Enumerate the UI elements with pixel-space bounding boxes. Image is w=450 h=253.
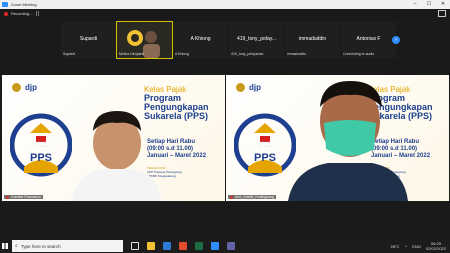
virtual-background: djp Kelas Pajak Program Pengungkapan Suk… — [226, 75, 449, 201]
meeting-top-bar: Recording... — [0, 9, 450, 19]
participant-big-name: 419_tony_pelay... — [236, 36, 277, 42]
participant-big-name: immaduddin — [298, 36, 327, 42]
participant-name-tag: Gumilar Rusmanyo — [4, 195, 43, 199]
emblem-icon — [236, 83, 245, 92]
window-title: Zoom Meeting — [11, 2, 37, 7]
participant-label: A Khiong — [175, 52, 190, 56]
title-bar: Zoom Meeting – ☐ ✕ — [0, 0, 450, 9]
teams-icon[interactable] — [227, 242, 235, 250]
excel-icon[interactable] — [195, 242, 203, 250]
svg-text:PPS: PPS — [254, 152, 276, 164]
participant-big-name: A Khiong — [190, 36, 211, 42]
language-indicator[interactable]: ENG — [412, 244, 421, 249]
windows-icon — [2, 243, 8, 249]
participant-label: Supardi — [63, 52, 76, 56]
chrome-icon[interactable] — [179, 242, 187, 250]
edge-icon[interactable] — [163, 242, 171, 250]
participant-name-tag: Arm_Arabitt_Kadingkang — [228, 195, 276, 199]
video-tile-right[interactable]: djp Kelas Pajak Program Pengungkapan Suk… — [226, 75, 449, 201]
tray-chevron-icon[interactable]: ^ — [405, 244, 407, 249]
virtual-background: djp Kelas Pajak Program Pengungkapan Suk… — [2, 75, 225, 201]
participant-label: 419_tony_pelayanan — [231, 52, 264, 56]
system-tray: 28°C ^ ENG 06:29 02/02/2022 — [390, 239, 446, 253]
window-controls: – ☐ ✕ — [408, 0, 450, 9]
participant-big-name: Supardi — [79, 36, 98, 42]
task-view-icon[interactable] — [131, 242, 139, 250]
svg-text:PPS: PPS — [30, 152, 52, 164]
participant-thumb-active[interactable]: Melina Heriyanti — [116, 21, 173, 59]
participants-strip: Supardi Supardi Melina Heriyanti A Khion… — [0, 21, 450, 59]
video-tile-left[interactable]: djp Kelas Pajak Program Pengungkapan Suk… — [2, 75, 225, 201]
recording-label: Recording... — [11, 11, 33, 16]
participant-label: immaduddin — [287, 52, 307, 56]
taskbar: ⌕ Type here to search 28°C ^ ENG 06:29 0… — [0, 239, 450, 253]
zoom-app-icon — [2, 2, 8, 7]
pps-logo: PPS — [234, 113, 296, 177]
weather-temperature[interactable]: 28°C — [390, 244, 399, 249]
mic-muted-icon — [6, 195, 9, 199]
recording-indicator: Recording... — [4, 11, 33, 16]
participant-video — [72, 111, 162, 201]
djp-logo: djp — [12, 83, 37, 92]
participant-video — [288, 81, 408, 201]
taskbar-apps — [127, 242, 239, 250]
mic-muted-icon — [230, 195, 233, 199]
record-dot-icon — [4, 11, 8, 16]
pause-recording-icon[interactable] — [36, 11, 39, 16]
participant-thumb[interactable]: Supardi Supardi — [61, 22, 116, 58]
participant-thumb[interactable]: Antonius F Connecting to audio — [341, 22, 396, 58]
pps-logo: PPS — [10, 113, 72, 177]
view-grid-icon[interactable] — [438, 10, 446, 17]
clock[interactable]: 06:29 02/02/2022 — [426, 241, 446, 251]
djp-logo: djp — [236, 83, 261, 92]
zoom-taskbar-icon[interactable] — [211, 242, 219, 250]
next-page-button[interactable]: › — [392, 36, 400, 44]
minimize-button[interactable]: – — [408, 0, 422, 9]
search-placeholder: Type here to search — [20, 243, 61, 249]
participant-label: Melina Heriyanti — [119, 52, 145, 56]
close-button[interactable]: ✕ — [436, 0, 450, 9]
taskbar-search-box[interactable]: ⌕ Type here to search — [12, 240, 123, 252]
emblem-icon — [12, 83, 21, 92]
clock-date: 02/02/2022 — [425, 246, 446, 251]
file-explorer-icon[interactable] — [147, 242, 155, 250]
start-button[interactable] — [0, 239, 10, 253]
participant-label: Connecting to audio — [343, 52, 375, 56]
participant-thumb[interactable]: 419_tony_pelay... 419_tony_pelayanan — [229, 22, 284, 58]
search-icon: ⌕ — [15, 243, 18, 249]
participant-thumb[interactable]: immaduddin immaduddin — [285, 22, 340, 58]
participant-thumb[interactable]: A Khiong A Khiong — [173, 22, 228, 58]
maximize-button[interactable]: ☐ — [422, 0, 436, 9]
participant-big-name: Antonius F — [356, 36, 381, 42]
